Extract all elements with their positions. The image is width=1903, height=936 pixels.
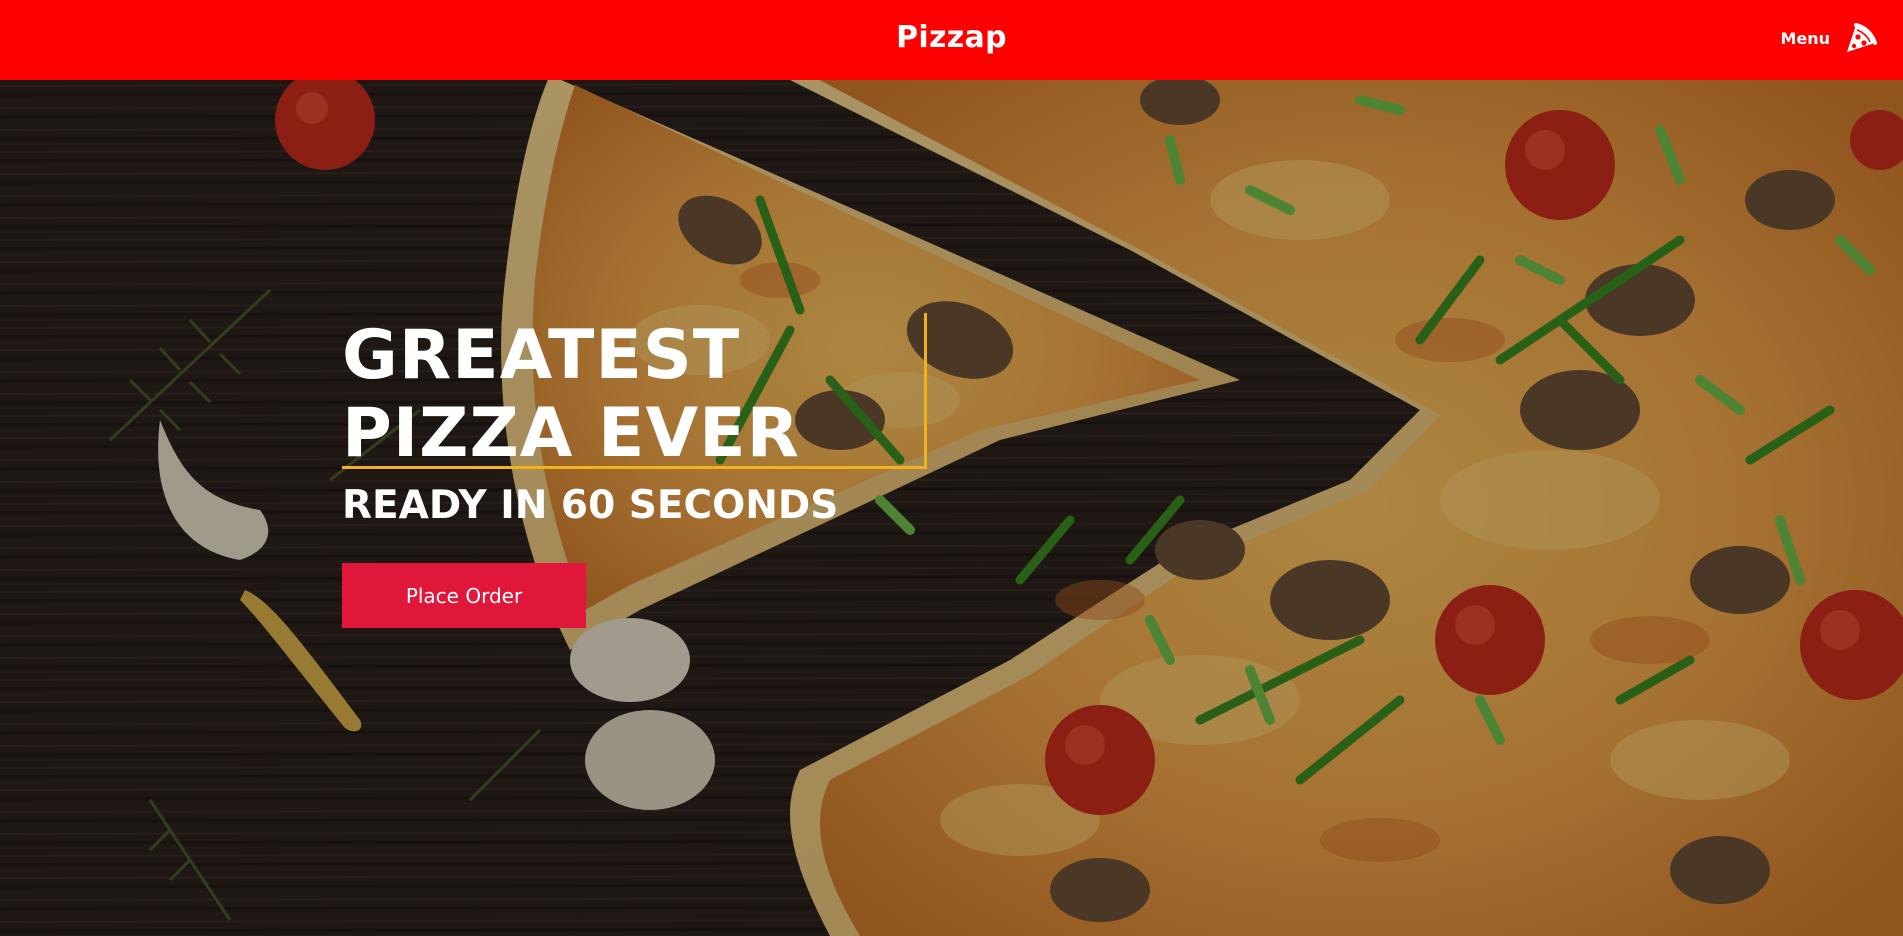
menu-button[interactable]: Menu xyxy=(1780,18,1878,58)
top-navbar: Pizzap Menu xyxy=(0,0,1903,80)
hero-headline: GREATEST PIZZA EVER xyxy=(342,317,800,473)
hero-section xyxy=(0,80,1903,936)
headline-line-1: GREATEST xyxy=(342,316,741,395)
hero-overlay xyxy=(0,80,1903,936)
hero-subheadline: READY IN 60 SECONDS xyxy=(342,483,839,528)
pizza-slice-icon xyxy=(1847,23,1877,52)
place-order-button[interactable]: Place Order xyxy=(342,563,586,628)
page: Pizzap Menu GREATEST PIZZA EVER READY IN… xyxy=(0,0,1903,936)
brand-logo[interactable]: Pizzap xyxy=(0,20,1903,55)
menu-label: Menu xyxy=(1780,28,1830,48)
headline-line-2: PIZZA EVER xyxy=(342,394,800,473)
